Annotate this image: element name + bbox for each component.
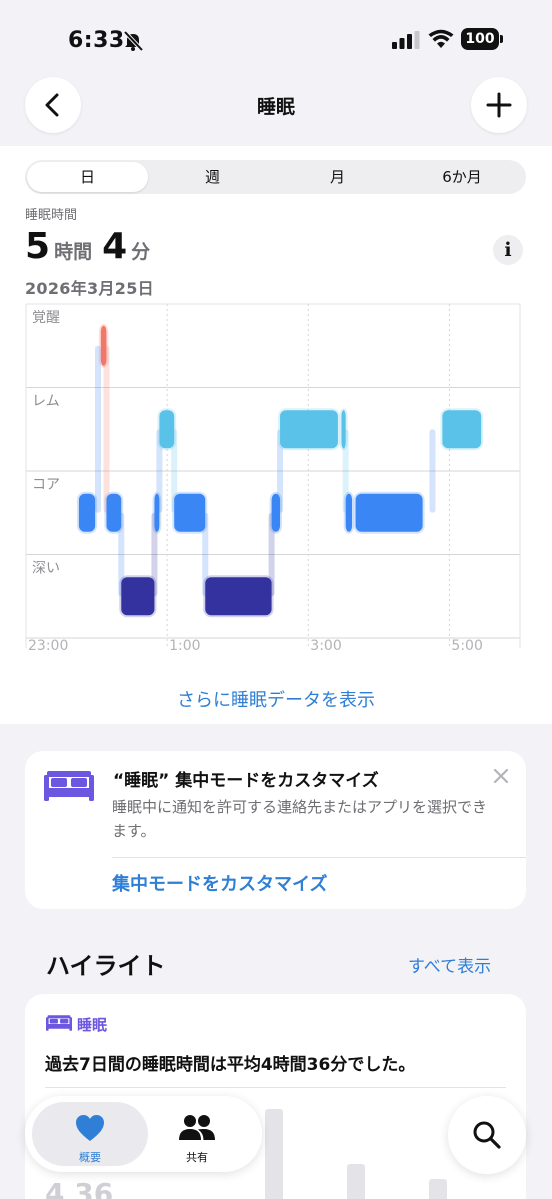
heart-icon — [76, 1115, 104, 1141]
stage-segment — [174, 493, 206, 532]
wifi-icon — [428, 29, 454, 48]
segment-day[interactable]: 日 — [27, 162, 148, 192]
people-icon — [179, 1115, 215, 1140]
x-tick-label: 23:00 — [28, 638, 68, 654]
divider — [45, 1087, 506, 1088]
status-bar: 6:33 100 — [0, 0, 552, 80]
highlight-category: 睡眠 — [77, 1016, 108, 1034]
sleep-summary-card: 日 週 月 6か月 睡眠時間 5 時間 4 分 2026年3月25日 i 覚醒レ… — [0, 146, 552, 724]
highlight-bar — [265, 1109, 283, 1199]
stage-segment — [442, 410, 482, 449]
stage-transition — [103, 345, 110, 513]
search-button[interactable] — [448, 1096, 526, 1174]
highlight-bar — [429, 1179, 447, 1199]
x-tick-label: 1:00 — [169, 638, 200, 654]
battery-icon: 100 — [461, 28, 503, 50]
search-icon — [473, 1121, 501, 1149]
hours-unit: 時間 — [54, 241, 93, 263]
stage-label: 深い — [32, 561, 60, 577]
bell-slash-icon — [123, 30, 144, 52]
period-segmented-control: 日 週 月 6か月 — [25, 160, 526, 194]
add-button[interactable] — [471, 77, 527, 133]
highlights-heading: ハイライト — [46, 952, 166, 980]
stage-segment — [205, 577, 272, 616]
close-icon[interactable] — [491, 766, 511, 786]
highlight-bar — [347, 1164, 365, 1199]
status-time: 6:33 — [68, 28, 125, 53]
bed-icon — [44, 771, 94, 801]
x-tick-label: 5:00 — [451, 638, 482, 654]
stage-segment — [78, 493, 96, 532]
divider — [112, 857, 526, 858]
stage-segment — [154, 493, 160, 532]
sleep-duration: 5 時間 4 分 — [25, 226, 160, 267]
info-button[interactable]: i — [493, 235, 523, 265]
minutes-unit: 分 — [131, 241, 151, 263]
page-title: 睡眠 — [256, 96, 295, 118]
stage-segment — [355, 493, 423, 532]
tab-summary[interactable]: 概要 — [32, 1102, 148, 1166]
stage-segment — [159, 410, 175, 449]
stage-label: コア — [32, 477, 60, 493]
stage-segment — [271, 493, 281, 532]
duration-hours: 5 — [25, 226, 51, 267]
stage-label: 覚醒 — [32, 310, 60, 326]
tab-bar: 概要 共有 — [25, 1096, 262, 1172]
stage-label: レム — [32, 394, 60, 410]
stage-segment — [100, 325, 107, 366]
x-tick-label: 3:00 — [310, 638, 341, 654]
battery-level: 100 — [461, 28, 499, 50]
signal-icon — [392, 31, 420, 49]
stage-segment — [280, 410, 338, 449]
show-all-link[interactable]: すべて表示 — [408, 952, 491, 977]
focus-card-description: 睡眠中に通知を許可する連絡先またはアプリを選択できます。 — [112, 798, 488, 840]
stage-transition — [429, 429, 436, 513]
highlight-average-value: 4 36 — [45, 1177, 114, 1199]
stage-transition — [94, 345, 101, 513]
focus-card-title: “睡眠” 集中モードをカスタマイズ — [113, 771, 379, 791]
segment-6months[interactable]: 6か月 — [400, 162, 524, 192]
sleep-time-label: 睡眠時間 — [25, 208, 78, 223]
segment-month[interactable]: 月 — [275, 162, 400, 192]
stage-segment — [106, 493, 122, 532]
sleep-stages-chart: 覚醒レムコア深い 23:00 1:00 3:00 5:00 — [25, 303, 521, 654]
highlight-text: 過去7日間の睡眠時間は平均4時間36分でした。 — [45, 1055, 416, 1075]
plus-icon — [486, 92, 512, 118]
show-more-sleep-data-link[interactable]: さらに睡眠データを表示 — [0, 686, 552, 712]
tab-sharing[interactable]: 共有 — [139, 1102, 255, 1166]
segment-week[interactable]: 週 — [150, 162, 275, 192]
customize-focus-link[interactable]: 集中モードをカスタマイズ — [112, 870, 327, 896]
duration-minutes: 4 — [102, 226, 128, 267]
stage-segment — [345, 493, 353, 532]
tab-summary-label: 概要 — [79, 1151, 101, 1164]
stage-segment — [121, 577, 155, 616]
focus-mode-card: “睡眠” 集中モードをカスタマイズ 睡眠中に通知を許可する連絡先またはアプリを選… — [25, 751, 526, 909]
bed-icon — [46, 1015, 72, 1031]
stage-segment — [341, 410, 346, 449]
tab-sharing-label: 共有 — [186, 1151, 208, 1164]
